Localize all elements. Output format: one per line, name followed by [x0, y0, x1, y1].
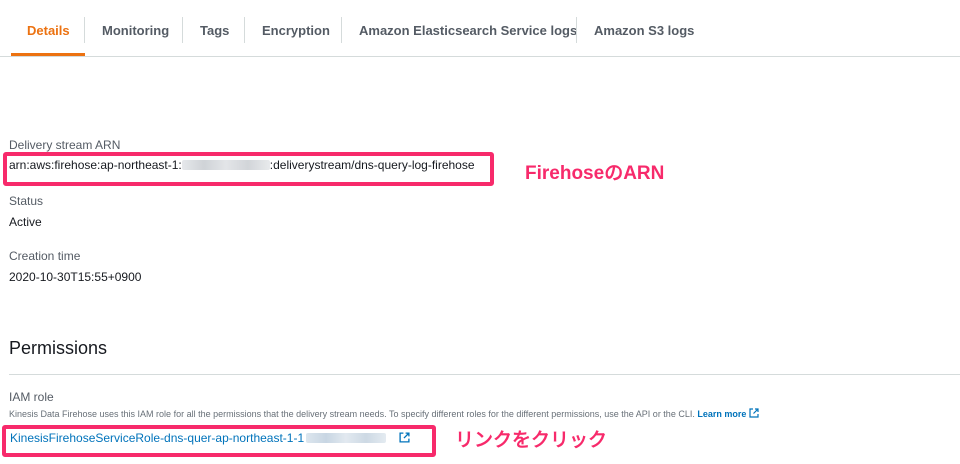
tab-separator — [182, 17, 183, 43]
active-tab-indicator — [11, 53, 85, 56]
permissions-title: Permissions — [9, 338, 108, 358]
status-value: Active — [9, 215, 42, 229]
tab-separator — [576, 17, 577, 43]
arn-annotation: FirehoseのARN — [525, 163, 665, 184]
section-divider — [9, 374, 960, 375]
learn-more-label: Learn more — [697, 409, 747, 419]
tab-elasticsearch-logs[interactable]: Amazon Elasticsearch Service logs — [359, 0, 577, 56]
redacted-account-id — [181, 160, 270, 170]
tab-tags[interactable]: Tags — [200, 0, 229, 56]
arn-suffix: :deliverystream/dns-query-log-firehose — [269, 158, 475, 172]
arn-value: arn:aws:firehose:ap-northeast-1: :deliver… — [9, 158, 475, 172]
iam-role-link-text: KinesisFirehoseServiceRole-dns-quer-ap-n… — [10, 431, 305, 445]
role-annotation: リンクをクリック — [455, 430, 608, 451]
tab-s3-logs[interactable]: Amazon S3 logs — [594, 0, 694, 56]
external-link-icon — [399, 432, 411, 443]
creation-time-value: 2020-10-30T15:55+0900 — [9, 270, 142, 284]
tab-separator — [341, 17, 342, 43]
learn-more-link[interactable]: Learn more — [697, 408, 759, 419]
iam-role-description: Kinesis Data Firehose uses this IAM role… — [9, 408, 759, 419]
external-link-icon — [749, 408, 759, 418]
tab-monitoring[interactable]: Monitoring — [102, 0, 169, 56]
tab-details[interactable]: Details — [27, 0, 70, 56]
iam-role-label: IAM role — [9, 390, 54, 404]
redacted-role-suffix — [306, 433, 387, 443]
creation-time-label: Creation time — [9, 249, 81, 263]
tab-bar: Details Monitoring Tags Encryption Amazo… — [0, 0, 960, 57]
iam-role-description-text: Kinesis Data Firehose uses this IAM role… — [9, 409, 695, 419]
status-label: Status — [9, 194, 44, 208]
tab-encryption[interactable]: Encryption — [262, 0, 330, 56]
tab-separator — [84, 17, 85, 43]
arn-prefix: arn:aws:firehose:ap-northeast-1: — [9, 158, 182, 172]
arn-label: Delivery stream ARN — [9, 138, 121, 152]
tab-separator — [244, 17, 245, 43]
iam-role-link[interactable]: KinesisFirehoseServiceRole-dns-quer-ap-n… — [10, 431, 411, 445]
